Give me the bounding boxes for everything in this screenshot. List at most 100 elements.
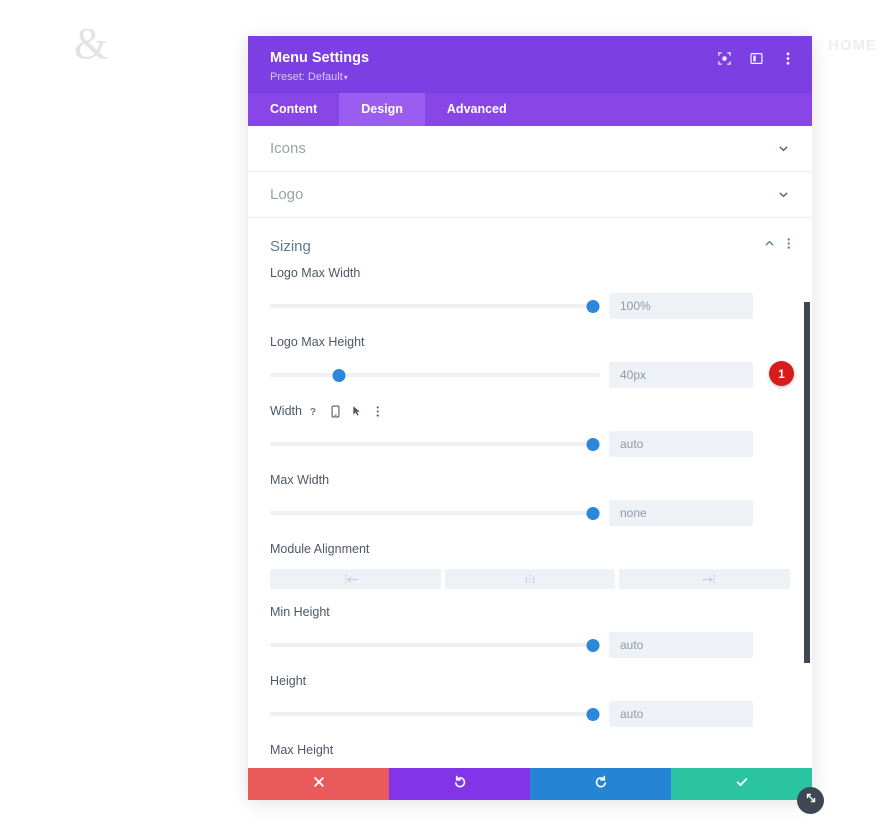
redo-button[interactable] — [530, 768, 671, 800]
modal-header-icons — [716, 50, 796, 66]
field-min-height: Min Height — [270, 605, 790, 658]
save-button[interactable] — [671, 768, 812, 800]
input-height[interactable] — [609, 701, 753, 727]
field-label: Max Height — [270, 743, 334, 757]
slider-thumb[interactable] — [586, 507, 600, 520]
field-label-row: Height — [270, 674, 790, 688]
resize-handle[interactable] — [797, 787, 824, 814]
slider-track — [270, 643, 600, 647]
section-sizing-header-icons — [763, 237, 791, 255]
close-icon — [313, 775, 325, 793]
tab-content[interactable]: Content — [248, 93, 339, 126]
slider-track — [270, 712, 600, 716]
layout-panel-icon[interactable] — [748, 50, 764, 66]
tab-advanced[interactable]: Advanced — [425, 93, 529, 126]
help-icon[interactable]: ? — [309, 404, 321, 418]
field-logo-max-height: Logo Max Height — [270, 335, 790, 388]
section-logo-label: Logo — [270, 186, 304, 203]
more-vertical-icon[interactable] — [372, 404, 384, 418]
undo-button[interactable] — [389, 768, 530, 800]
background-home-nav-link[interactable]: HOME — [828, 37, 877, 54]
diagonal-arrow-icon — [804, 791, 818, 810]
section-icons-label: Icons — [270, 140, 306, 157]
alignment-button-group — [270, 569, 791, 589]
field-label-row: Width ? — [270, 404, 790, 418]
field-max-width: Max Width — [270, 473, 790, 526]
slider-track — [270, 511, 600, 515]
slider-track — [270, 304, 600, 308]
align-left-icon[interactable] — [270, 569, 441, 589]
slider-thumb[interactable] — [586, 300, 600, 313]
slider-track — [270, 373, 600, 377]
section-icons[interactable]: Icons — [248, 126, 812, 172]
discard-button[interactable] — [248, 768, 389, 800]
redo-icon — [594, 775, 608, 794]
modal-header: Menu Settings Preset: Default▾ — [248, 36, 812, 93]
input-logo-max-width[interactable] — [609, 293, 753, 319]
slider-logo-max-width[interactable] — [270, 298, 600, 314]
field-module-alignment: Module Alignment — [270, 542, 791, 589]
field-control — [270, 701, 790, 727]
slider-min-height[interactable] — [270, 637, 600, 653]
section-logo[interactable]: Logo — [248, 172, 812, 218]
slider-height[interactable] — [270, 706, 600, 722]
align-right-icon[interactable] — [619, 569, 791, 589]
chevron-down-icon[interactable] — [776, 142, 790, 156]
modal-scrollbar[interactable] — [804, 302, 810, 663]
input-width[interactable] — [609, 431, 753, 457]
field-label: Height — [270, 674, 307, 688]
section-sizing: Sizing Logo Max Width 100% Logo Max Heig… — [248, 218, 812, 768]
modal-title: Menu Settings — [270, 50, 370, 66]
field-control — [270, 500, 790, 526]
slider-width[interactable] — [270, 436, 600, 452]
field-label-row: Module Alignment — [270, 542, 790, 556]
slider-logo-max-height[interactable] — [270, 367, 600, 383]
check-icon — [735, 775, 749, 794]
modal-tabs: Content Design Advanced — [248, 93, 812, 126]
slider-thumb[interactable] — [586, 708, 600, 721]
field-max-height: Max Height — [270, 743, 790, 768]
field-width: Width ? — [270, 404, 790, 457]
field-icons: ? — [309, 404, 384, 418]
more-vertical-icon[interactable] — [780, 50, 796, 66]
page-root: & HOME Menu Settings Preset: Default▾ Co… — [0, 0, 880, 840]
field-label-row: Logo Max Width — [270, 266, 790, 280]
chevron-down-icon[interactable] — [776, 188, 790, 202]
preset-label: Preset: Default — [270, 71, 343, 83]
slider-max-width[interactable] — [270, 505, 600, 521]
field-label: Width — [270, 404, 302, 418]
field-logo-max-width: Logo Max Width — [270, 266, 790, 319]
input-min-height[interactable] — [609, 632, 753, 658]
section-sizing-header[interactable]: Sizing — [270, 218, 790, 266]
slider-thumb[interactable] — [586, 639, 600, 652]
chevron-down-icon: ▾ — [343, 73, 348, 82]
field-label-row: Logo Max Height — [270, 335, 790, 349]
cursor-icon[interactable] — [351, 404, 363, 418]
field-label-row: Max Width — [270, 473, 790, 487]
background-ampersand-logo: & — [74, 19, 109, 68]
input-max-width[interactable] — [609, 500, 753, 526]
mobile-icon[interactable] — [330, 404, 342, 418]
undo-icon — [453, 775, 467, 794]
field-label: Module Alignment — [270, 542, 370, 556]
modal-footer — [248, 768, 812, 800]
slider-thumb[interactable] — [586, 438, 600, 451]
svg-text:?: ? — [310, 407, 316, 418]
field-label: Logo Max Height — [270, 335, 365, 349]
field-control — [270, 632, 790, 658]
field-label: Min Height — [270, 605, 330, 619]
modal-body: Icons Logo Sizing Logo Max Width 100% Lo… — [248, 126, 812, 768]
input-logo-max-height[interactable] — [609, 362, 753, 388]
field-control — [270, 431, 790, 457]
slider-thumb[interactable] — [332, 369, 346, 382]
chevron-up-icon[interactable] — [763, 237, 776, 255]
field-label: Logo Max Width — [270, 266, 361, 280]
section-sizing-label: Sizing — [270, 237, 311, 255]
tab-design[interactable]: Design — [339, 93, 425, 126]
field-label-row: Min Height — [270, 605, 790, 619]
more-vertical-icon[interactable] — [787, 237, 791, 255]
menu-settings-modal: Menu Settings Preset: Default▾ Content D… — [248, 36, 812, 800]
preset-selector[interactable]: Preset: Default▾ — [270, 69, 790, 86]
align-center-icon[interactable] — [444, 569, 616, 589]
focus-target-icon[interactable] — [716, 50, 732, 66]
